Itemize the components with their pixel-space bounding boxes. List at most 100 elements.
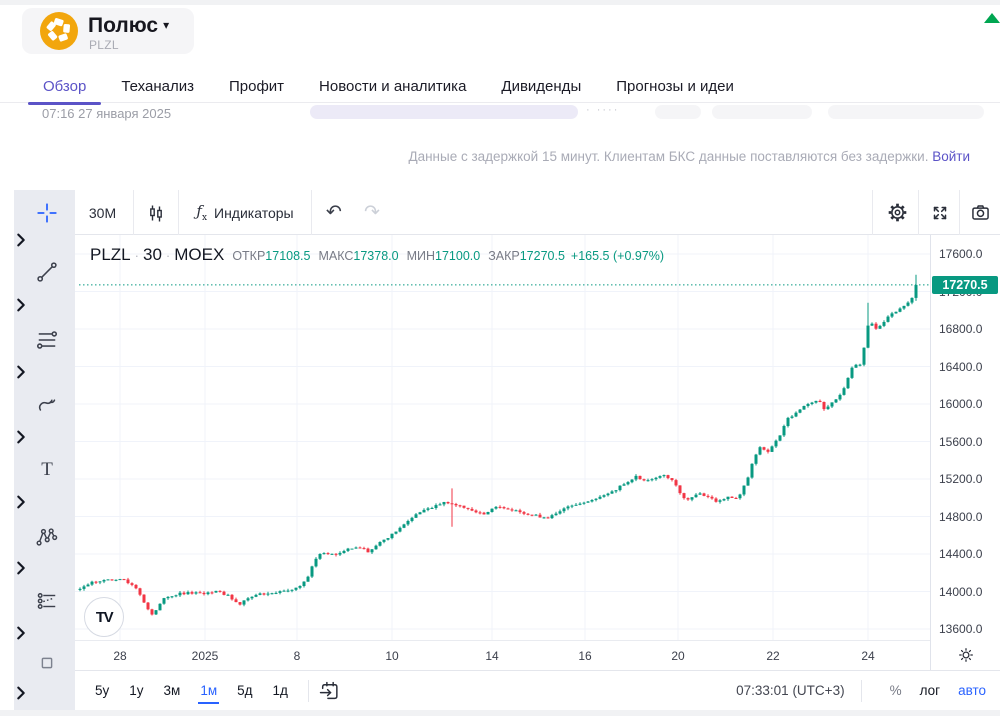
price-axis[interactable]: 17270.5 17600.017200.016800.016400.01600… [930,235,1000,668]
fx-icon: ƒx [196,202,207,223]
axis-corner[interactable] [930,640,1000,670]
company-name[interactable]: Полюс▾ [88,14,169,38]
tab-dividendy[interactable]: Дивиденды [486,74,596,102]
trend-up-arrow-icon [984,13,1000,23]
range-selector: 5у1у3м1м5д1д [85,679,298,702]
price-tick-label: 15600.0 [939,435,982,449]
undo-button[interactable]: ↶ [315,190,353,235]
redo-icon: ↷ [364,201,380,224]
close-value: 17270.5 [520,249,565,263]
faded-dots: · ···· [586,104,619,116]
gear-icon [887,202,908,223]
tab-profit[interactable]: Профит [214,74,299,102]
time-axis[interactable]: 28 2025 8 10 14 16 20 22 24 [75,640,930,670]
text-tool-icon[interactable]: T [36,459,58,481]
range-3m[interactable]: 3м [154,679,191,702]
top-edge-strip [0,0,1000,5]
indicators-button[interactable]: ƒx Индикаторы [180,190,310,235]
delayed-data-notice: Данные с задержкой 15 минут. Клиентам БК… [0,149,970,164]
open-label: ОТКР [232,249,265,263]
tab-prognozy-i-idei[interactable]: Прогнозы и идеи [601,74,749,102]
high-label: МАКС [318,249,353,263]
candle-style-button[interactable] [135,190,177,235]
chevron-down-icon: ▾ [163,18,169,32]
calendar-goto-icon [319,680,340,701]
time-tick-label: 28 [100,649,140,663]
range-1d[interactable]: 1д [263,679,298,702]
chart-toolbar: 30М ƒx Индикаторы ↶ ↷ [75,190,1000,235]
expand-text-chevron-icon[interactable] [12,493,30,511]
ticker-symbol: PLZL [89,38,119,52]
range-5y[interactable]: 5у [85,679,119,702]
tab-bar: ОбзорТеханализПрофитНовости и аналитикаД… [0,74,1000,103]
close-label: ЗАКР [488,249,520,263]
faded-chip [712,105,812,119]
xabcd-pattern-tool-icon[interactable] [36,526,58,548]
expand-position-chevron-icon[interactable] [12,624,30,642]
tab-obzor[interactable]: Обзор [28,74,101,102]
expand-lines-chevron-icon[interactable] [12,296,30,314]
fullscreen-button[interactable] [920,190,960,235]
go-to-date-button[interactable] [319,680,340,701]
candlestick-plot[interactable]: TV PLZL·30·MOEXОТКР17108.5МАКС17378.0МИН… [75,235,930,640]
price-tick-label: 15200.0 [939,472,982,486]
camera-icon [970,202,991,223]
interval-button[interactable]: 30М [75,190,130,235]
quote-timestamp: 07:16 27 января 2025 [42,106,171,121]
low-value: 17100.0 [435,249,480,263]
chart-bottom-bar: 5у1у3м1м5д1д 07:33:01 (UTC+3) % лог авто [75,670,1000,710]
percent-scale-button[interactable]: % [890,683,902,698]
login-link[interactable]: Войти [932,149,970,164]
time-tick-label: 10 [372,649,412,663]
fib-retracement-tool-icon[interactable] [36,329,58,351]
legend-interval: 30 [143,245,162,264]
expand-brush-chevron-icon[interactable] [12,428,30,446]
price-tick-label: 14000.0 [939,585,982,599]
tab-novosti-i-analitika[interactable]: Новости и аналитика [304,74,481,102]
session-clock[interactable]: 07:33:01 (UTC+3) [736,683,844,698]
brush-tool-icon[interactable] [36,394,58,416]
high-value: 17378.0 [353,249,398,263]
expand-crosshair-chevron-icon[interactable] [12,231,30,249]
legend-symbol[interactable]: PLZL [90,245,131,264]
low-label: МИН [407,249,435,263]
legend-exchange: MOEX [174,245,224,264]
expand-fib-chevron-icon[interactable] [12,363,30,381]
chart-legend: PLZL·30·MOEXОТКР17108.5МАКС17378.0МИН171… [90,245,664,265]
tradingview-watermark[interactable]: TV [84,597,124,637]
long-short-position-tool-icon[interactable] [36,590,58,612]
log-scale-button[interactable]: лог [920,683,940,698]
open-value: 17108.5 [265,249,310,263]
time-tick-label: 2025 [185,649,225,663]
time-tick-label: 24 [848,649,888,663]
redo-button[interactable]: ↷ [353,190,391,235]
range-1m[interactable]: 1м [190,679,227,702]
price-tick-label: 14400.0 [939,547,982,561]
price-tick-label: 14800.0 [939,510,982,524]
indicators-label: Индикаторы [214,205,294,221]
price-tick-label: 16800.0 [939,322,982,336]
crosshair-tool-icon[interactable] [36,202,58,224]
snapshot-button[interactable] [961,190,1000,235]
undo-icon: ↶ [326,201,342,224]
trend-line-tool-icon[interactable] [36,261,58,283]
time-tick-label: 20 [658,649,698,663]
chart-settings-button[interactable] [875,190,919,235]
polyus-logo-icon [40,12,78,50]
time-tick-label: 22 [753,649,793,663]
range-1y[interactable]: 1у [119,679,153,702]
time-tick-label: 8 [277,649,317,663]
price-tick-label: 17600.0 [939,247,982,261]
range-5d[interactable]: 5д [227,679,262,702]
expand-pattern-chevron-icon[interactable] [12,559,30,577]
change-value: +165.5 (+0.97%) [571,249,664,263]
shape-rectangle-tool-icon[interactable] [36,652,58,674]
price-tick-label: 16400.0 [939,360,982,374]
time-tick-label: 14 [472,649,512,663]
auto-scale-button[interactable]: авто [958,683,986,698]
tab-tehanaliz[interactable]: Теханализ [106,74,209,102]
tradingview-logo-icon: TV [96,609,112,626]
price-tick-label: 13600.0 [939,622,982,636]
time-tick-label: 16 [565,649,605,663]
expand-shape-chevron-icon[interactable] [12,684,30,702]
